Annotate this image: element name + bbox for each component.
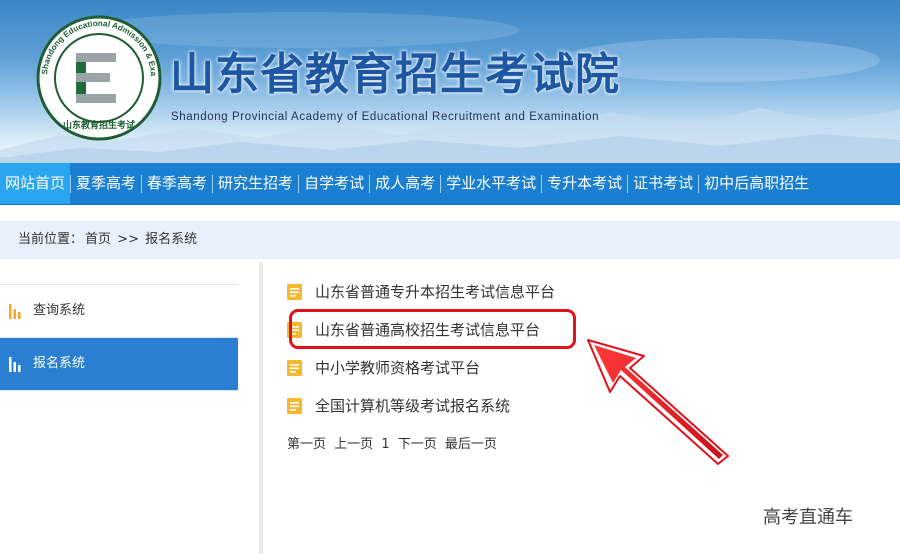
breadcrumb-home-link[interactable]: 首页 <box>85 232 111 247</box>
pager-current-page: 1 <box>381 437 390 452</box>
sidebar-item-label: 报名系统 <box>33 356 86 371</box>
site-header: Shandong Educational Admission & Examina… <box>0 0 900 163</box>
document-icon <box>287 360 302 376</box>
pager-prev[interactable]: 上一页 <box>334 437 373 452</box>
document-icon <box>287 284 302 300</box>
breadcrumb-bar: 当前位置： 首页 >> 报名系统 <box>0 221 900 259</box>
document-icon <box>287 398 302 414</box>
nav-item-adult-exam[interactable]: 成人高考 <box>370 163 440 204</box>
highlight-box <box>289 309 576 349</box>
nav-item-spring-gaokao[interactable]: 春季高考 <box>142 163 212 204</box>
pager-next[interactable]: 下一页 <box>398 437 437 452</box>
list-item-link[interactable]: 全国计算机等级考试报名系统 <box>315 390 510 422</box>
pagination: 第一页 上一页 1 下一页 最后一页 <box>287 433 501 452</box>
logo-bottom-text: 山东教育招生考试 <box>63 119 135 131</box>
breadcrumb: 当前位置： 首页 >> 报名系统 <box>18 221 199 259</box>
nav-item-summer-gaokao[interactable]: 夏季高考 <box>71 163 141 204</box>
academy-logo[interactable]: Shandong Educational Admission & Examina… <box>32 8 162 141</box>
main-nav: 网站首页 夏季高考 春季高考 研究生招考 自学考试 成人高考 学业水平考试 专升… <box>0 163 900 205</box>
nav-item-home[interactable]: 网站首页 <box>0 163 71 204</box>
nav-item-upgrade-exam[interactable]: 专升本考试 <box>542 163 627 204</box>
breadcrumb-prefix: 当前位置： <box>18 232 84 247</box>
breadcrumb-current: 报名系统 <box>145 232 198 247</box>
sidebar-item-label: 查询系统 <box>33 303 86 318</box>
red-arrow-annotation <box>587 339 729 465</box>
site-subtitle: Shandong Provincial Academy of Education… <box>171 111 600 123</box>
nav-item-proficiency-exam[interactable]: 学业水平考试 <box>441 163 541 204</box>
nav-item-vocational-admission[interactable]: 初中后高职招生 <box>699 163 814 204</box>
site-title: 山东省教育招生考试院 <box>170 49 620 100</box>
pager-last[interactable]: 最后一页 <box>445 437 497 452</box>
sidebar-item-query[interactable]: 查询系统 <box>0 284 238 338</box>
list-item-link[interactable]: 山东省普通专升本招生考试信息平台 <box>315 276 555 308</box>
pager-first[interactable]: 第一页 <box>287 437 326 452</box>
bar-chart-icon <box>9 304 21 319</box>
sidebar-item-registration[interactable]: 报名系统 <box>0 338 238 391</box>
sidebar: 查询系统 报名系统 <box>0 284 238 391</box>
nav-item-certificate-exam[interactable]: 证书考试 <box>628 163 698 204</box>
nav-item-graduate-exam[interactable]: 研究生招考 <box>213 163 298 204</box>
watermark: 高考直通车 <box>763 507 853 528</box>
nav-item-self-study-exam[interactable]: 自学考试 <box>299 163 369 204</box>
bar-chart-icon <box>9 357 21 372</box>
content-divider <box>259 262 263 554</box>
list-item-link[interactable]: 中小学教师资格考试平台 <box>315 352 480 384</box>
breadcrumb-separator: >> <box>117 232 139 247</box>
